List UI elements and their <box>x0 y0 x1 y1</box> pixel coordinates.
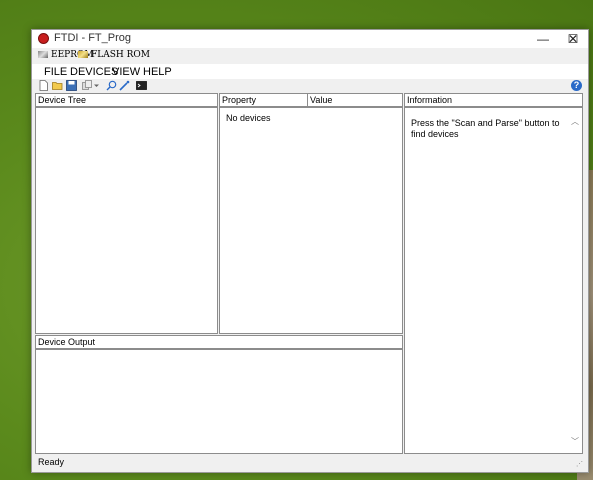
tab-flash-rom[interactable]: FLASH ROM <box>78 48 150 63</box>
save-icon[interactable] <box>66 80 77 91</box>
menu-help[interactable]: HELP <box>143 66 172 78</box>
tab-strip: EEPROM FLASH ROM <box>32 48 588 63</box>
device-output-header: Device Output <box>35 335 403 349</box>
copy-icon[interactable] <box>82 80 93 91</box>
tab-flash-rom-label: FLASH ROM <box>91 50 150 60</box>
dropdown-arrow-icon[interactable] <box>93 80 100 91</box>
search-icon[interactable] <box>106 80 117 91</box>
resize-grip-icon[interactable]: ⋰ <box>576 461 584 469</box>
title-bar: FTDI - FT_Prog — ☐ <box>32 30 588 48</box>
device-tree-header: Device Tree <box>35 93 218 107</box>
device-tree-pane[interactable] <box>35 107 218 334</box>
status-text: Ready <box>38 457 65 467</box>
status-bar: Ready ⋰ <box>32 454 588 472</box>
help-icon[interactable]: ? <box>571 80 582 91</box>
window-title: FTDI - FT_Prog <box>54 32 132 44</box>
new-file-icon[interactable] <box>38 80 49 91</box>
scroll-up-icon[interactable]: ︿ <box>571 116 579 127</box>
flash-rom-icon <box>78 51 88 58</box>
open-folder-icon[interactable] <box>52 80 63 91</box>
properties-pane[interactable]: No devices <box>219 107 403 334</box>
scroll-down-icon[interactable]: ﹀ <box>571 436 579 447</box>
ftdi-app-icon <box>38 33 49 44</box>
property-column-header[interactable]: Property <box>219 93 308 107</box>
information-text: Press the "Scan and Parse" button to fin… <box>411 118 560 139</box>
menu-view[interactable]: VIEW <box>112 66 140 78</box>
app-window: FTDI - FT_Prog — ☐ ✕ EEPROM FLASH ROM FI… <box>31 29 589 473</box>
menu-file[interactable]: FILE <box>44 66 67 78</box>
no-devices-text: No devices <box>226 113 271 123</box>
toolbar: ? <box>32 79 588 93</box>
minimize-button[interactable]: — <box>528 30 558 48</box>
program-wand-icon[interactable] <box>119 80 130 91</box>
device-output-pane[interactable] <box>35 349 403 454</box>
eeprom-chip-icon <box>38 51 48 58</box>
value-column-header[interactable]: Value <box>307 93 403 107</box>
close-button[interactable]: ✕ <box>558 30 588 48</box>
console-icon[interactable] <box>136 80 147 91</box>
menu-bar: FILE DEVICES VIEW HELP <box>32 64 588 79</box>
information-pane[interactable]: Press the "Scan and Parse" button to fin… <box>404 107 583 454</box>
information-header: Information <box>404 93 583 107</box>
